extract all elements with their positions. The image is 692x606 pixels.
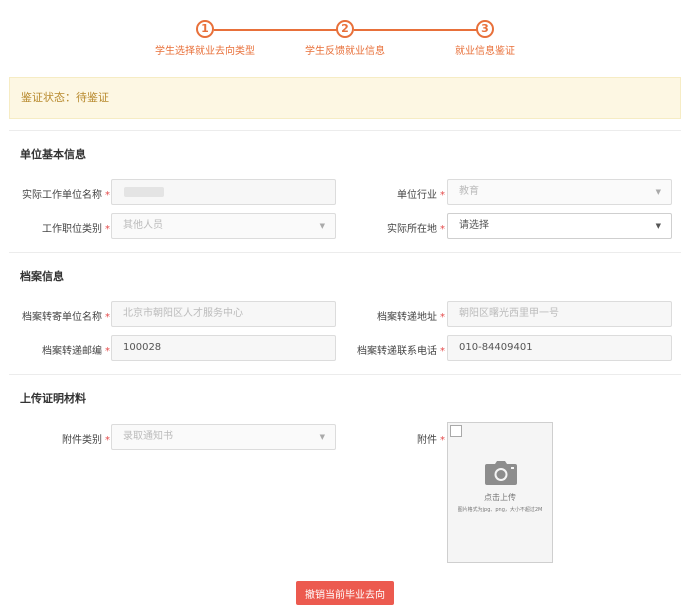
industry-label: 单位行业 *	[397, 190, 445, 201]
upload-hint: 图片格式为jpg、png，大小不超过2M	[457, 507, 543, 513]
progress-stepper: 1 2 3 学生选择就业去向类型 学生反馈就业信息 就业信息鉴证	[0, 20, 692, 60]
section-divider	[9, 374, 681, 375]
company-name-label: 实际工作单位名称 *	[22, 190, 110, 201]
unit-section-title: 单位基本信息	[20, 148, 86, 161]
archive-section-title: 档案信息	[20, 270, 64, 283]
step-2-label: 学生反馈就业信息	[305, 46, 385, 57]
step-1-label: 学生选择就业去向类型	[155, 46, 255, 57]
step-2-circle: 2	[336, 20, 354, 38]
archive-phone-field[interactable]: 010-84409401	[447, 335, 672, 361]
archive-postcode-field[interactable]: 100028	[111, 335, 336, 361]
archive-address-label: 档案转递地址 *	[377, 312, 445, 323]
company-name-field[interactable]	[111, 179, 336, 205]
caret-down-icon: ▼	[319, 222, 325, 230]
step-3-label: 就业信息鉴证	[455, 46, 515, 57]
location-select[interactable]: 请选择 ▼	[447, 213, 672, 239]
archive-receiver-label: 档案转寄单位名称 *	[22, 312, 110, 323]
broken-image-icon	[450, 425, 462, 437]
industry-select[interactable]: 教育 ▼	[447, 179, 672, 205]
caret-down-icon: ▼	[655, 188, 661, 196]
step-connector	[214, 29, 338, 31]
attachment-upload-area[interactable]: 点击上传 图片格式为jpg、png，大小不超过2M	[447, 422, 553, 563]
verification-status-banner: 鉴证状态：待鉴证	[9, 77, 681, 119]
upload-section-title: 上传证明材料	[20, 392, 86, 405]
section-divider	[9, 130, 681, 131]
camera-icon	[485, 461, 517, 485]
archive-postcode-label: 档案转递邮编 *	[42, 346, 110, 357]
archive-phone-label: 档案转递联系电话 *	[357, 346, 445, 357]
location-label: 实际所在地 *	[387, 224, 445, 235]
attachment-label: 附件 *	[417, 435, 445, 446]
caret-down-icon: ▼	[319, 433, 325, 441]
position-category-label: 工作职位类别 *	[42, 224, 110, 235]
status-text: 鉴证状态：待鉴证	[21, 91, 109, 104]
archive-address-field[interactable]: 朝阳区曙光西里甲一号	[447, 301, 672, 327]
caret-down-icon: ▼	[655, 222, 661, 230]
attachment-type-select[interactable]: 录取通知书 ▼	[111, 424, 336, 450]
position-category-select[interactable]: 其他人员 ▼	[111, 213, 336, 239]
redacted-value	[124, 187, 164, 197]
section-divider	[9, 252, 681, 253]
step-3-circle: 3	[476, 20, 494, 38]
cancel-destination-button[interactable]: 撤销当前毕业去向	[296, 581, 394, 605]
step-1-circle: 1	[196, 20, 214, 38]
attachment-type-label: 附件类别 *	[62, 435, 110, 446]
step-connector	[354, 29, 478, 31]
archive-receiver-field[interactable]: 北京市朝阳区人才服务中心	[111, 301, 336, 327]
upload-prompt[interactable]: 点击上传	[448, 492, 552, 503]
